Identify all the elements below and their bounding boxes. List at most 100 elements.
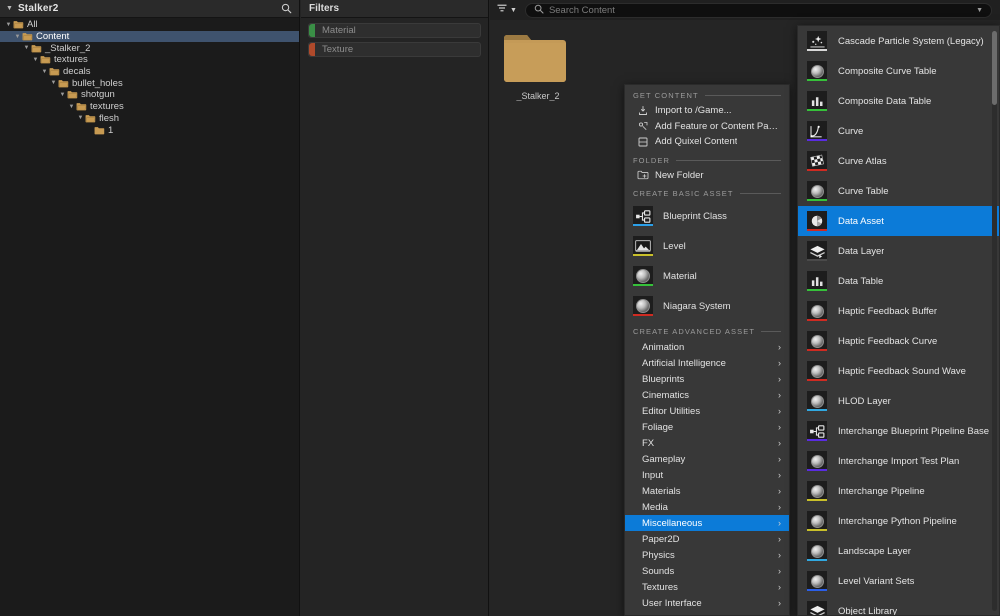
menu-item-textures[interactable]: Textures › [625,579,789,595]
submenu-item-composite-data-table[interactable]: Composite Data Table [798,86,999,116]
menu-item-label: Add Quixel Content [655,136,738,148]
menu-item-artificial-intelligence[interactable]: Artificial Intelligence › [625,355,789,371]
submenu-item-interchange-pipeline[interactable]: Interchange Pipeline [798,476,999,506]
expand-arrow-icon[interactable]: ▼ [67,104,76,110]
expand-arrow-icon[interactable]: ▼ [4,22,13,28]
search-input[interactable]: Search Content ▼ [524,2,992,18]
submenu-item-interchange-import-test-plan[interactable]: Interchange Import Test Plan [798,446,999,476]
submenu-item-curve[interactable]: Curve [798,116,999,146]
menu-section-header: CREATE BASIC ASSET [625,183,789,201]
menu-item-cinematics[interactable]: Cinematics › [625,387,789,403]
submenu-item-curve-table[interactable]: Curve Table [798,176,999,206]
menu-item-fx[interactable]: FX › [625,435,789,451]
menu-section-header: GET CONTENT [625,85,789,103]
menu-item-add-quixel-content[interactable]: Add Quixel Content [625,134,789,150]
expand-arrow-icon[interactable]: ▼ [13,34,22,40]
expand-arrow-icon[interactable]: ▼ [76,115,85,121]
submenu-item-haptic-feedback-buffer[interactable]: Haptic Feedback Buffer [798,296,999,326]
scrollbar-thumb[interactable] [992,31,997,105]
menu-item-editor-utilities[interactable]: Editor Utilities › [625,403,789,419]
filter-button[interactable]: ▼ [494,1,519,19]
submenu-item-data-asset[interactable]: Data Asset [798,206,999,236]
vertical-scrollbar[interactable] [992,31,997,611]
expand-arrow-icon[interactable]: ▼ [31,57,40,63]
menu-item-foliage[interactable]: Foliage › [625,419,789,435]
orb-icon [807,361,829,381]
menu-item-level[interactable]: Level [625,231,789,261]
submenu-item-label: Object Library [838,605,898,616]
menu-item-animation[interactable]: Animation › [625,339,789,355]
menu-item-user-interface[interactable]: User Interface › [625,595,789,611]
menu-item-label: New Folder [655,169,704,181]
tree-item-label: All [27,19,38,31]
menu-item-add-feature-or-content-pack[interactable]: Add Feature or Content Pack... [625,119,789,135]
chevron-right-icon: › [778,373,781,384]
submenu-item-hlod-layer[interactable]: HLOD Layer [798,386,999,416]
asset-tile[interactable]: _Stalker_2 [499,29,577,101]
submenu-item-composite-curve-table[interactable]: Composite Curve Table [798,56,999,86]
chevron-right-icon: › [778,549,781,560]
submenu-item-label: Haptic Feedback Buffer [838,305,938,317]
submenu-item-data-table[interactable]: Data Table [798,266,999,296]
submenu-item-cascade-particle-system-legacy[interactable]: Cascade Particle System (Legacy) [798,26,999,56]
submenu-item-object-library[interactable]: Object Library [798,596,999,616]
menu-item-label: Gameplay [642,453,686,465]
menu-item-physics[interactable]: Physics › [625,547,789,563]
menu-item-gameplay[interactable]: Gameplay › [625,451,789,467]
expand-arrow-icon[interactable]: ▼ [22,45,31,51]
tree-item-label: bullet_holes [72,77,123,89]
chevron-down-icon[interactable]: ▼ [976,7,983,14]
tree-item-decals[interactable]: ▼ decals [0,66,299,78]
menu-item-sounds[interactable]: Sounds › [625,563,789,579]
filter-icon [496,1,508,19]
chevron-right-icon: › [778,341,781,352]
context-menu: GET CONTENT Import to /Game... Add Feature… [624,84,790,616]
tree-item-shotgun[interactable]: ▼ shotgun [0,89,299,101]
submenu-item-data-layer[interactable]: Data Layer [798,236,999,266]
submenu-item-label: Interchange Blueprint Pipeline Base [838,425,990,437]
tree-item-label: shotgun [81,89,115,101]
submenu-item-label: Data Layer [838,245,885,257]
submenu-item-interchange-blueprint-pipeline-base[interactable]: Interchange Blueprint Pipeline Base [798,416,999,446]
menu-item-material[interactable]: Material [625,261,789,291]
tree-item-textures[interactable]: ▼ textures [0,101,299,113]
expand-arrow-icon[interactable]: ▼ [58,92,67,98]
submenu-item-haptic-feedback-curve[interactable]: Haptic Feedback Curve [798,326,999,356]
submenu-item-level-variant-sets[interactable]: Level Variant Sets [798,566,999,596]
expand-arrow-icon[interactable]: ▼ [49,80,58,86]
tree-item-bullet-holes[interactable]: ▼ bullet_holes [0,77,299,89]
expand-arrow-icon[interactable]: ▼ [40,69,49,75]
menu-item-niagara-system[interactable]: Niagara System [625,291,789,321]
chevron-down-icon: ▼ [510,6,517,14]
menu-item-blueprints[interactable]: Blueprints › [625,371,789,387]
menu-item-media[interactable]: Media › [625,499,789,515]
submenu-item-interchange-python-pipeline[interactable]: Interchange Python Pipeline [798,506,999,536]
menu-item-label: Physics [642,549,675,561]
submenu-item-label: Level Variant Sets [838,575,915,587]
submenu-item-curve-atlas[interactable]: Curve Atlas [798,146,999,176]
chevron-right-icon: › [778,357,781,368]
menu-item-input[interactable]: Input › [625,467,789,483]
menu-item-label: Blueprint Class [663,210,727,222]
tree-item-content[interactable]: ▼ Content [0,30,299,43]
search-icon[interactable] [279,2,293,16]
folder-open-icon [31,44,44,53]
collapse-caret-icon[interactable]: ▼ [6,5,13,12]
tree-item-textures[interactable]: ▼ textures [0,54,299,66]
submenu-item-label: Cascade Particle System (Legacy) [838,35,984,47]
tree-item-1[interactable]: 1 [0,124,299,136]
menu-item-label: Level [663,240,686,252]
filter-chip-material[interactable]: Material [308,23,481,38]
menu-item-paper2d[interactable]: Paper2D › [625,531,789,547]
tree-item-all[interactable]: ▼ All [0,19,299,31]
menu-item-new-folder[interactable]: New Folder [625,168,789,184]
menu-item-materials[interactable]: Materials › [625,483,789,499]
menu-item-blueprint-class[interactable]: Blueprint Class [625,201,789,231]
menu-item-import-to-game[interactable]: Import to /Game... [625,103,789,119]
tree-item--stalker-2[interactable]: ▼ _Stalker_2 [0,42,299,54]
menu-item-miscellaneous[interactable]: Miscellaneous › [625,515,789,531]
tree-item-flesh[interactable]: ▼ flesh [0,113,299,125]
submenu-item-landscape-layer[interactable]: Landscape Layer [798,536,999,566]
submenu-item-haptic-feedback-sound-wave[interactable]: Haptic Feedback Sound Wave [798,356,999,386]
filter-chip-texture[interactable]: Texture [308,42,481,57]
